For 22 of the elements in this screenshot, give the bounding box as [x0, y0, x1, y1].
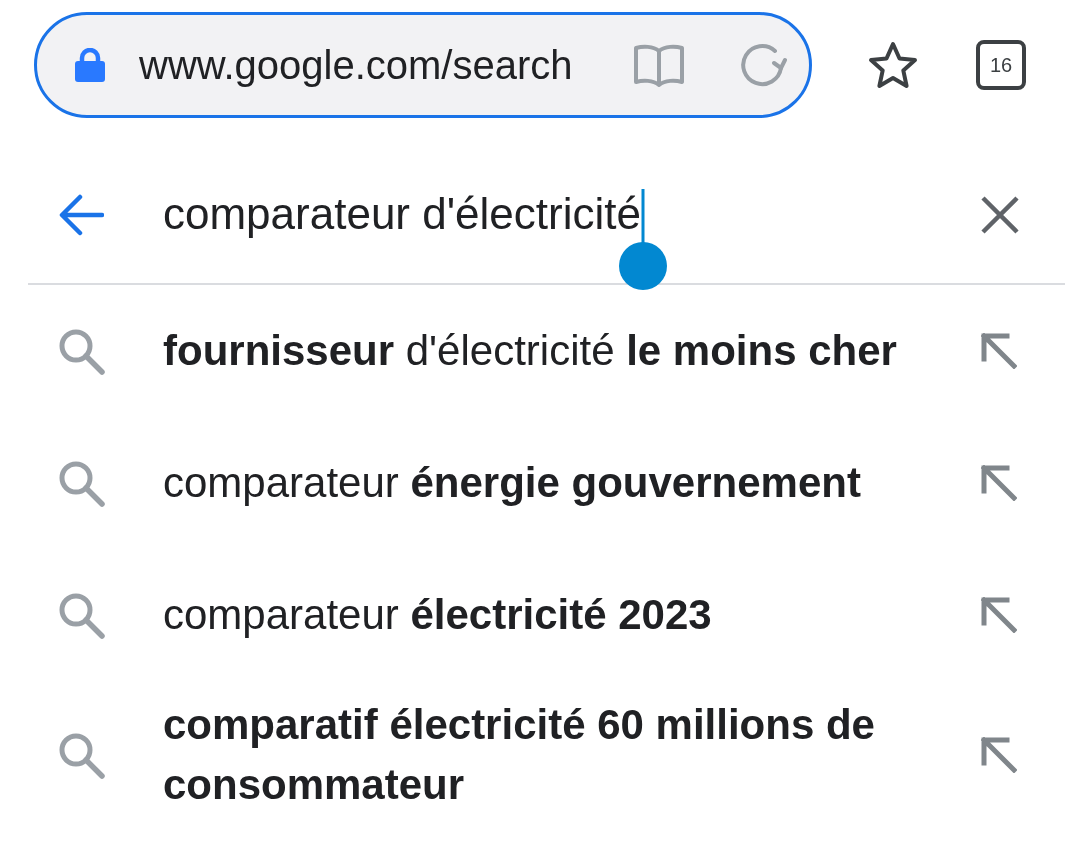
close-icon[interactable]	[980, 194, 1020, 235]
search-icon	[57, 731, 105, 779]
search-icon	[57, 459, 105, 507]
arrow-up-left-icon[interactable]	[981, 597, 1017, 633]
url-text[interactable]: www.google.com/search	[139, 41, 619, 89]
arrow-up-left-icon[interactable]	[981, 737, 1017, 773]
suggestion-text[interactable]: fournisseur d'électricité le moins cher	[163, 321, 981, 381]
address-bar[interactable]: www.google.com/search	[34, 12, 812, 118]
book-icon[interactable]	[633, 43, 685, 87]
lock-icon	[75, 48, 105, 82]
reload-icon[interactable]	[739, 41, 787, 89]
arrow-up-left-icon[interactable]	[981, 465, 1017, 501]
star-icon[interactable]	[868, 41, 918, 89]
tab-count-button[interactable]: 16	[976, 40, 1026, 90]
suggestion-text[interactable]: comparatif électricité 60 millions de consommateur	[163, 695, 981, 815]
search-icon	[57, 327, 105, 375]
search-field[interactable]: comparateur d'électricité	[163, 146, 980, 295]
arrow-up-left-icon[interactable]	[981, 333, 1017, 369]
suggestion-text[interactable]: comparateur électricité 2023	[163, 585, 981, 645]
suggestion-text[interactable]: comparateur énergie gouvernement	[163, 453, 981, 513]
back-arrow-icon[interactable]	[58, 193, 104, 236]
search-icon	[57, 591, 105, 639]
